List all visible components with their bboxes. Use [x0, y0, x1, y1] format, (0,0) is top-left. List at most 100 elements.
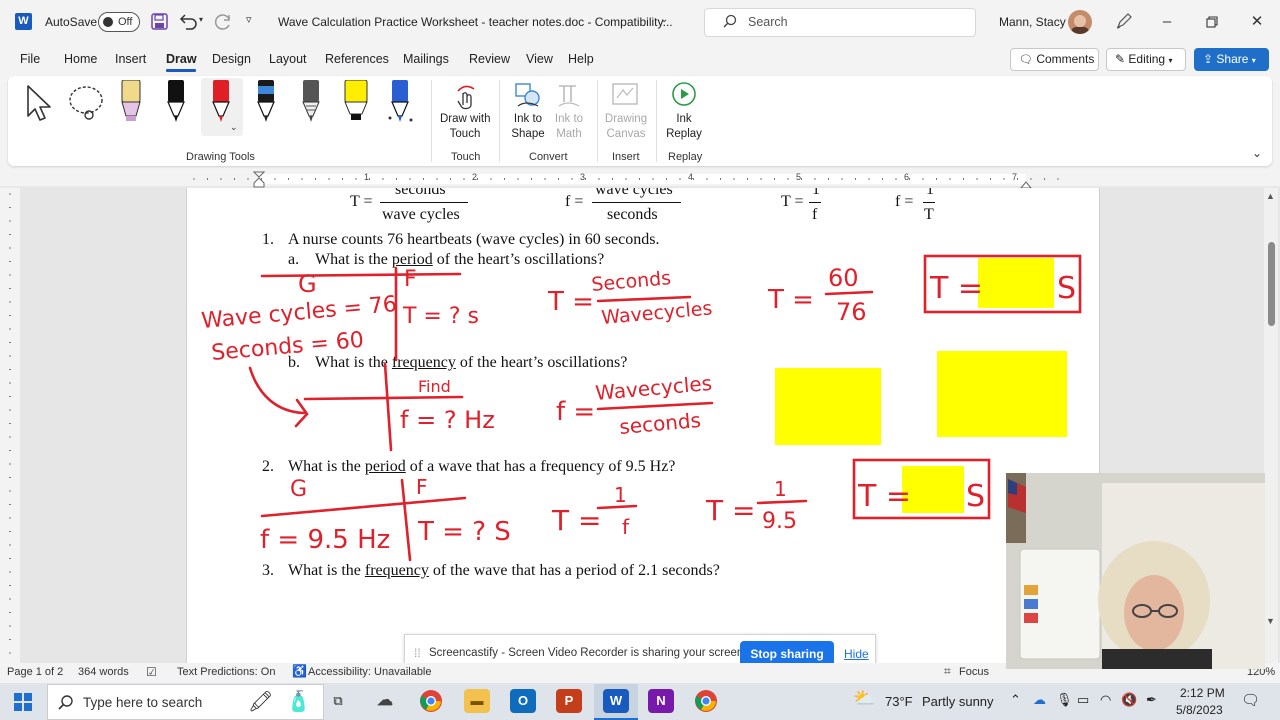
chrome-icon[interactable]	[419, 689, 443, 716]
redo-icon[interactable]	[213, 12, 233, 33]
share-button[interactable]: ⇪ Share ▾	[1194, 48, 1269, 71]
scroll-up-arrow-icon[interactable]: ▲	[1266, 191, 1275, 201]
battery-icon[interactable]: ▭	[1077, 692, 1089, 708]
scrollbar-thumb[interactable]	[1268, 242, 1275, 326]
tab-view[interactable]: View	[526, 52, 553, 66]
close-button[interactable]: ✕	[1242, 10, 1272, 34]
autosave-toggle[interactable]: Off	[98, 12, 140, 32]
pen-icon[interactable]	[1115, 12, 1133, 33]
q1-ink-find: T = ? s	[402, 304, 479, 329]
title-dropdown-icon[interactable]: ⌄	[660, 14, 668, 25]
tab-design[interactable]: Design	[212, 52, 251, 66]
document-title[interactable]: Wave Calculation Practice Worksheet - te…	[278, 15, 673, 29]
tab-help[interactable]: Help	[568, 52, 594, 66]
vertical-scrollbar[interactable]: ▲ ▼	[1264, 188, 1278, 663]
weather-temp[interactable]: 73°F	[885, 694, 913, 709]
comment-icon: 🗨	[1019, 54, 1033, 66]
drag-handle-icon[interactable]: ⁞⁞	[414, 646, 421, 660]
clock-date[interactable]: 5/8/2023	[1176, 703, 1223, 717]
pen-tool-dark-marker[interactable]	[253, 80, 279, 127]
draw-with-touch-button[interactable]: Draw with Touch	[440, 112, 490, 142]
undo-icon[interactable]	[178, 12, 198, 33]
pen-tool-black[interactable]	[163, 80, 189, 127]
ink-replay-icon[interactable]	[670, 80, 698, 111]
tab-home[interactable]: Home	[64, 52, 97, 66]
tab-draw[interactable]: Draw	[166, 52, 197, 66]
ink-replay-button[interactable]: Ink Replay	[664, 112, 704, 142]
pen-tool-galaxy-blue[interactable]	[387, 80, 413, 127]
task-view-icon[interactable]: ⧉	[325, 689, 351, 713]
collapse-ribbon-chevron-icon[interactable]: ⌄	[1252, 146, 1262, 160]
minimize-button[interactable]: –	[1152, 10, 1182, 34]
onenote-icon[interactable]: N	[648, 689, 674, 713]
undo-dropdown-icon[interactable]: ▾	[199, 15, 203, 24]
pen-tool-red-selected[interactable]: ⌄	[201, 78, 243, 136]
tab-insert[interactable]: Insert	[115, 52, 146, 66]
avatar[interactable]	[1068, 10, 1092, 34]
ribbon-separator	[431, 80, 432, 162]
hide-link[interactable]: Hide	[844, 647, 869, 661]
highlight-q2-answer	[902, 466, 964, 513]
draw-with-touch-label-1: Draw with	[440, 113, 491, 125]
text-predictions-status[interactable]: Text Predictions: On	[177, 666, 275, 678]
pen-tool-highlighter-light[interactable]	[118, 79, 144, 127]
outlook-icon[interactable]: O	[510, 689, 536, 713]
scroll-down-arrow-icon[interactable]: ▼	[1266, 616, 1275, 626]
page-count[interactable]: Page 1 of 2	[7, 666, 63, 678]
tab-layout[interactable]: Layout	[269, 52, 307, 66]
powerpoint-icon[interactable]: P	[556, 689, 582, 713]
tab-review[interactable]: Review	[469, 52, 510, 66]
windows-start-icon[interactable]	[14, 693, 32, 714]
weather-description[interactable]: Partly sunny	[922, 694, 994, 709]
ink-to-shape-button[interactable]: Ink to Shape	[507, 112, 549, 142]
user-name[interactable]: Mann, Stacy	[999, 15, 1066, 29]
weather-icon[interactable]: ⛅	[853, 688, 875, 709]
pen-workspace-icon[interactable]: ✒	[1146, 692, 1157, 708]
q2-ink-find: T = ? S	[417, 517, 511, 547]
word-icon: W	[603, 689, 629, 713]
tray-chevron-up-icon[interactable]: ⌃	[1010, 692, 1021, 708]
tab-references[interactable]: References	[325, 52, 389, 66]
ink-to-shape-icon[interactable]	[514, 80, 542, 113]
highlighter-tool-yellow[interactable]	[342, 79, 370, 127]
save-icon[interactable]	[151, 13, 168, 33]
focus-mode-button[interactable]: Focus	[959, 666, 989, 678]
ink-to-math-button[interactable]: Ink to Math	[549, 112, 589, 142]
accessibility-icon[interactable]: ♿	[292, 664, 307, 678]
notifications-icon[interactable]: 🗨	[1241, 691, 1260, 709]
q2-ink-answer-T: T =	[857, 479, 911, 514]
restore-button[interactable]	[1197, 10, 1227, 34]
search-box[interactable]: Search	[704, 8, 976, 37]
chrome-profile-icon[interactable]	[694, 689, 718, 716]
teams-meeting-icon[interactable]: ☁	[372, 689, 398, 713]
select-arrow-icon[interactable]	[25, 84, 55, 125]
q2-ink-F: F	[416, 475, 428, 499]
customize-toolbar-icon[interactable]: ▿	[246, 13, 252, 26]
clock-time[interactable]: 2:12 PM	[1180, 686, 1225, 700]
taskbar-search-box[interactable]: Type here to search 🖍 🧴	[47, 684, 324, 720]
q1b-gf-vertical	[383, 362, 393, 452]
microphone-icon[interactable]: 🎙	[1056, 692, 1073, 708]
file-explorer-icon[interactable]: ▬	[464, 689, 490, 713]
wifi-icon[interactable]: ◠	[1100, 692, 1111, 708]
tab-mailings[interactable]: Mailings	[403, 52, 449, 66]
ribbon-separator	[499, 80, 500, 162]
comments-button[interactable]: 🗨 Comments	[1010, 48, 1099, 71]
draw-with-touch-icon[interactable]	[452, 81, 478, 114]
editing-button[interactable]: ✎ Editing ▾	[1106, 48, 1186, 71]
pen-options-chevron-icon[interactable]: ⌄	[230, 122, 238, 133]
volume-muted-icon[interactable]: 🔇	[1121, 692, 1137, 708]
ribbon-separator	[656, 80, 657, 162]
word-count[interactable]: 364 words	[78, 666, 129, 678]
q2-ink-sub-num: 1	[774, 477, 787, 501]
tab-file[interactable]: File	[20, 52, 40, 66]
lasso-select-icon[interactable]	[67, 84, 107, 125]
proofing-icon[interactable]: ☑	[146, 665, 157, 679]
q2-ink-sub-lhs: T =	[705, 494, 755, 527]
onedrive-icon[interactable]: ☁	[1033, 692, 1046, 708]
drawing-canvas-button[interactable]: Drawing Canvas	[601, 112, 651, 142]
pencil-tool-gray[interactable]	[298, 80, 324, 127]
word-taskbar-active[interactable]: W	[594, 684, 638, 720]
focus-icon[interactable]: ⌗	[944, 664, 951, 679]
accessibility-status[interactable]: Accessibility: Unavailable	[308, 666, 432, 678]
